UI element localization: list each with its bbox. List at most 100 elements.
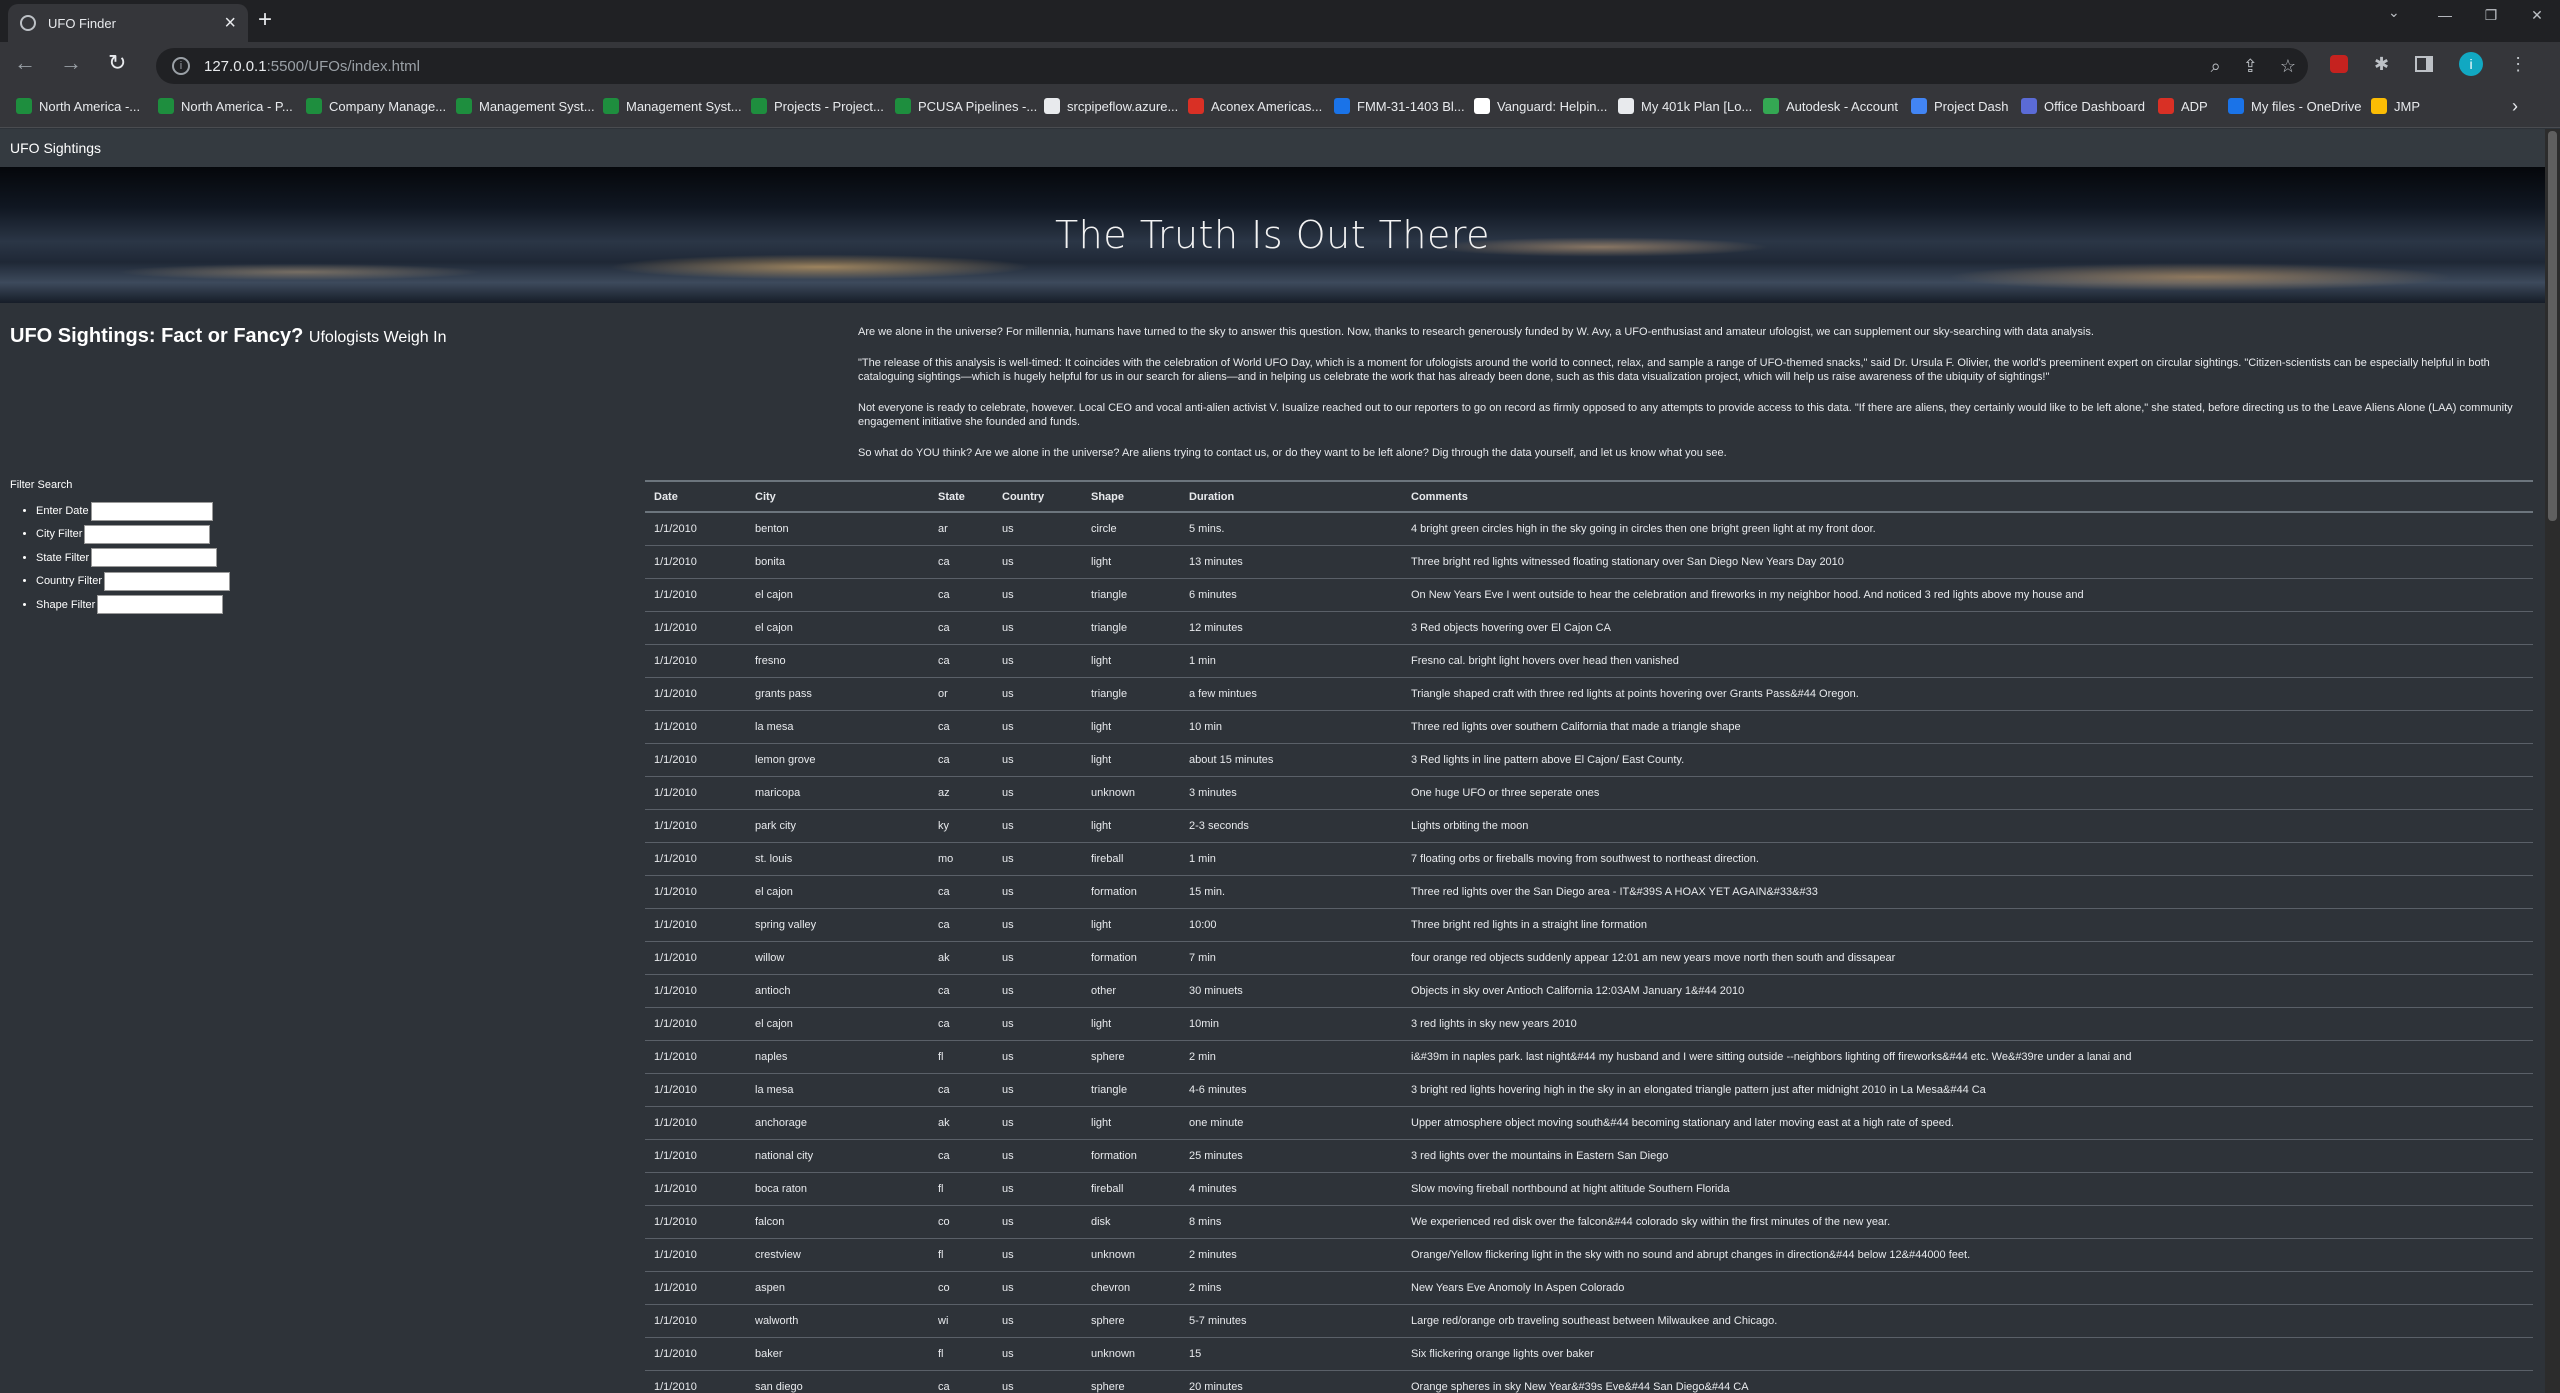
date-filter-input[interactable]: [90, 501, 213, 521]
bookmark-label: Vanguard: Helpin...: [1497, 98, 1608, 114]
country-filter-input[interactable]: [104, 571, 231, 591]
cell-duration: 25 minutes: [1180, 1138, 1402, 1172]
page-viewport: UFO Sightings The Truth Is Out There UFO…: [0, 129, 2560, 1393]
bookmark-label: Management Syst...: [479, 98, 595, 114]
cell-duration: 2 mins: [1180, 1270, 1402, 1304]
cell-duration: about 15 minutes: [1180, 742, 1402, 776]
close-tab-icon[interactable]: ×: [224, 13, 236, 33]
column-header: Country: [993, 480, 1082, 513]
scrollbar-thumb[interactable]: [2548, 131, 2557, 521]
extension-icon[interactable]: [2330, 55, 2348, 73]
page-scrollbar[interactable]: [2545, 129, 2560, 1393]
side-panel-icon[interactable]: [2415, 56, 2434, 72]
bookmark-star-icon[interactable]: ☆: [2280, 56, 2296, 77]
minimize-button[interactable]: —: [2422, 0, 2468, 30]
cell-shape: triangle: [1082, 577, 1180, 611]
cell-city: fresno: [746, 643, 929, 677]
intro-paragraph: "The release of this analysis is well-ti…: [858, 357, 2490, 383]
bookmark-favicon-icon: [1474, 98, 1490, 114]
cell-country: us: [993, 907, 1082, 941]
table-row: 1/1/2010 maricopa az us unknown 3 minutes One …: [645, 775, 2533, 809]
close-window-button[interactable]: ✕: [2514, 0, 2560, 30]
cell-country: us: [993, 1270, 1082, 1304]
tab-search-chevron-icon[interactable]: ⌄: [2388, 4, 2400, 21]
cell-state: ar: [929, 511, 993, 545]
bookmark-item[interactable]: My 401k Plan [Lo...: [1618, 98, 1752, 114]
bookmark-item[interactable]: Vanguard: Helpin...: [1474, 98, 1607, 114]
table-row: 1/1/2010 anchorage ak us light one minute Uppe…: [645, 1105, 2533, 1139]
zoom-icon[interactable]: ⌕: [2211, 56, 2221, 77]
cell-date: 1/1/2010: [645, 874, 746, 908]
bookmark-favicon-icon: [895, 98, 911, 114]
cell-date: 1/1/2010: [645, 775, 746, 809]
table-row: 1/1/2010 grants pass or us triangle a few min…: [645, 676, 2533, 710]
cell-shape: light: [1082, 907, 1180, 941]
cell-country: us: [993, 775, 1082, 809]
bookmark-item[interactable]: Office Dashboard: [2021, 98, 2145, 114]
restore-button[interactable]: ❐: [2468, 0, 2514, 30]
shape-filter-input[interactable]: [97, 595, 224, 615]
cell-country: us: [993, 808, 1082, 842]
table-row: 1/1/2010 aspen co us chevron 2 mins New Years …: [645, 1270, 2533, 1304]
cell-city: walworth: [746, 1303, 929, 1337]
bookmark-favicon-icon: [456, 98, 472, 114]
profile-avatar[interactable]: i: [2459, 52, 2484, 76]
bookmark-item[interactable]: Management Syst...: [456, 98, 595, 114]
bookmark-item[interactable]: Management Syst...: [603, 98, 742, 114]
cell-date: 1/1/2010: [645, 1270, 746, 1304]
bookmark-item[interactable]: Project Dash: [1911, 98, 2008, 114]
cell-comments: We experienced red disk over the falcon&…: [1402, 1204, 2533, 1238]
bookmark-label: ADP: [2181, 98, 2208, 114]
table-row: 1/1/2010 st. louis mo us fireball 1 min 7 floa…: [645, 841, 2533, 875]
forward-button[interactable]: →: [60, 52, 82, 74]
bookmark-label: Company Manage...: [329, 98, 447, 114]
browser-tab[interactable]: UFO Finder ×: [8, 4, 248, 42]
bookmark-item[interactable]: Aconex Americas...: [1188, 98, 1322, 114]
back-button[interactable]: ←: [14, 52, 36, 74]
cell-country: us: [993, 1303, 1082, 1337]
navbar-brand[interactable]: UFO Sightings: [10, 140, 101, 156]
bookmark-item[interactable]: Company Manage...: [306, 98, 446, 114]
cell-city: willow: [746, 940, 929, 974]
bookmark-item[interactable]: Autodesk - Account: [1763, 98, 1898, 114]
bookmarks-overflow-chevron-icon[interactable]: ›: [2512, 96, 2518, 117]
cell-shape: formation: [1082, 1138, 1180, 1172]
cell-city: st. louis: [746, 841, 929, 875]
bookmark-favicon-icon: [1911, 98, 1927, 114]
extensions-puzzle-icon[interactable]: ✱: [2374, 54, 2389, 75]
site-info-icon[interactable]: i: [172, 57, 190, 75]
reload-button[interactable]: ↻: [108, 52, 126, 74]
bookmark-item[interactable]: PCUSA Pipelines -...: [895, 98, 1037, 114]
bookmark-label: North America -...: [39, 98, 141, 114]
cell-duration: 2 min: [1180, 1039, 1402, 1073]
bookmark-item[interactable]: srcpipeflow.azure...: [1044, 98, 1178, 114]
cell-city: crestview: [746, 1237, 929, 1271]
bookmark-favicon-icon: [306, 98, 322, 114]
share-icon[interactable]: ⇪: [2243, 56, 2258, 77]
cell-state: ak: [929, 1105, 993, 1139]
cell-comments: 3 red lights in sky new years 2010: [1402, 1006, 2533, 1040]
table-row: 1/1/2010 crestview fl us unknown 2 minutes Ora…: [645, 1237, 2533, 1271]
tab-title: UFO Finder: [48, 15, 116, 31]
bookmark-item[interactable]: FMM-31-1403 Bl...: [1334, 98, 1465, 114]
address-bar[interactable]: i 127.0.0.1:5500/UFOs/index.html ⌕ ⇪ ☆: [156, 48, 2308, 84]
bookmark-item[interactable]: North America - P...: [158, 98, 293, 114]
cell-duration: 20 minutes: [1180, 1369, 1402, 1393]
bookmark-item[interactable]: My files - OneDrive: [2228, 98, 2362, 114]
bookmark-item[interactable]: Projects - Project...: [751, 98, 884, 114]
cell-city: maricopa: [746, 775, 929, 809]
table-row: 1/1/2010 el cajon ca us triangle 12 minutes 3 …: [645, 610, 2533, 644]
bookmark-item[interactable]: North America -...: [16, 98, 140, 114]
new-tab-button[interactable]: +: [258, 6, 272, 34]
cell-state: ca: [929, 1369, 993, 1393]
cell-shape: other: [1082, 973, 1180, 1007]
bookmark-item[interactable]: ADP: [2158, 98, 2208, 114]
city-filter-input[interactable]: [84, 524, 211, 544]
cell-comments: Slow moving fireball northbound at hight…: [1402, 1171, 2533, 1205]
bookmark-item[interactable]: JMP: [2371, 98, 2420, 114]
cell-state: ca: [929, 643, 993, 677]
menu-kebab-icon[interactable]: ⋮: [2509, 54, 2527, 75]
cell-country: us: [993, 643, 1082, 677]
state-filter-input[interactable]: [91, 548, 218, 568]
cell-country: us: [993, 1369, 1082, 1393]
